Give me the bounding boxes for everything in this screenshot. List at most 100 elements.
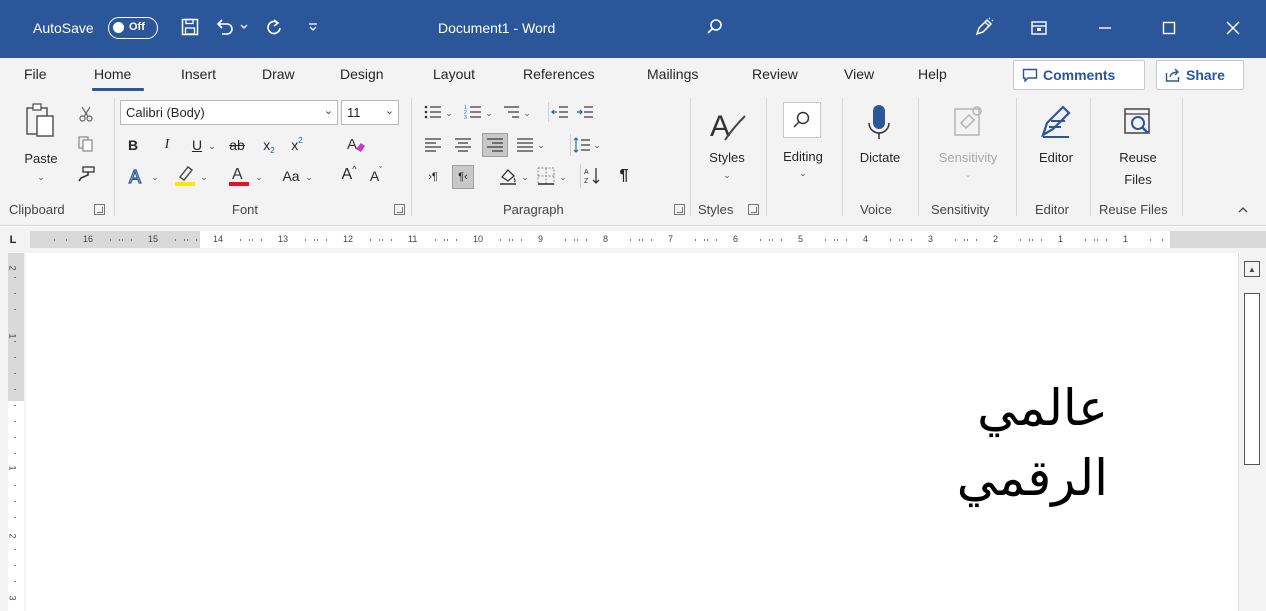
italic-button[interactable]: I <box>158 134 176 156</box>
undo-icon[interactable] <box>212 13 238 41</box>
tab-mailings[interactable]: Mailings <box>647 66 698 82</box>
styles-icon[interactable]: A <box>704 102 750 146</box>
paste-icon[interactable] <box>18 100 64 144</box>
editing-label[interactable]: Editing <box>776 149 830 164</box>
bold-button[interactable]: B <box>124 134 142 156</box>
line-spacing-dropdown-icon[interactable]: ⌄ <box>592 136 602 154</box>
reuse-label-line2[interactable]: Files <box>1106 172 1170 187</box>
save-icon[interactable] <box>176 13 204 41</box>
tab-layout[interactable]: Layout <box>433 66 475 82</box>
editing-dropdown-icon[interactable]: ⌄ <box>796 168 810 179</box>
share-button[interactable]: Share <box>1156 60 1244 90</box>
search-icon[interactable] <box>702 13 728 41</box>
autosave-toggle[interactable]: Off <box>108 17 158 39</box>
sort-icon[interactable]: AZ <box>580 164 604 188</box>
redo-icon[interactable] <box>262 13 286 41</box>
font-name-select[interactable]: Calibri (Body) ⌄ <box>120 100 338 125</box>
ribbon-display-icon[interactable] <box>1016 10 1062 46</box>
shrink-font-button[interactable]: Aˇ <box>366 164 386 188</box>
paragraph-launcher-icon[interactable] <box>674 204 685 215</box>
microphone-icon[interactable] <box>860 100 898 146</box>
minimize-icon[interactable] <box>1082 10 1128 46</box>
document-line[interactable]: عالمي <box>957 373 1108 443</box>
underline-dropdown-icon[interactable]: ⌄ <box>206 137 218 155</box>
justify-dropdown-icon[interactable]: ⌄ <box>536 136 546 154</box>
tab-insert[interactable]: Insert <box>181 66 216 82</box>
styles-dropdown-icon[interactable]: ⌄ <box>720 170 734 181</box>
scroll-up-icon[interactable]: ▲ <box>1244 261 1260 277</box>
close-icon[interactable] <box>1210 10 1256 46</box>
increase-indent-icon[interactable] <box>574 102 596 122</box>
text-effects-dropdown-icon[interactable]: ⌄ <box>150 168 160 186</box>
grow-font-button[interactable]: A ^ <box>338 162 360 188</box>
rtl-direction-icon[interactable]: ¶‹ <box>452 165 474 189</box>
comments-button[interactable]: Comments <box>1013 60 1145 90</box>
customize-qat-icon[interactable] <box>304 13 322 41</box>
vertical-ruler[interactable]: 2 1 1 2 3 <box>0 253 26 611</box>
font-color-icon[interactable]: A <box>226 162 252 188</box>
undo-dropdown-icon[interactable] <box>238 13 250 41</box>
highlight-icon[interactable] <box>172 162 198 188</box>
reuse-files-icon[interactable] <box>1118 102 1158 142</box>
superscript-button[interactable]: x2 <box>286 134 308 156</box>
clear-formatting-icon[interactable]: A <box>343 132 369 156</box>
paste-label[interactable]: Paste <box>20 151 62 166</box>
tab-home[interactable]: Home <box>94 66 131 82</box>
font-launcher-icon[interactable] <box>394 204 405 215</box>
multilevel-list-icon[interactable] <box>500 102 522 122</box>
editing-icon[interactable] <box>783 102 821 138</box>
horizontal-ruler[interactable]: 16 15 14 13 12 11 10 9 8 7 6 5 4 3 2 1 1 <box>30 231 1266 248</box>
align-left-icon[interactable] <box>422 134 444 156</box>
dictate-label[interactable]: Dictate <box>852 150 908 165</box>
line-spacing-icon[interactable] <box>570 134 592 156</box>
clipboard-launcher-icon[interactable] <box>94 204 105 215</box>
copy-icon[interactable] <box>74 134 98 154</box>
format-painter-icon[interactable] <box>74 164 98 184</box>
collapse-ribbon-icon[interactable] <box>1234 202 1252 218</box>
document-page[interactable]: عالمي الرقمي <box>28 253 1236 611</box>
tab-selector-icon[interactable]: L <box>6 233 20 247</box>
borders-dropdown-icon[interactable]: ⌄ <box>558 168 568 186</box>
tab-draw[interactable]: Draw <box>262 66 295 82</box>
vertical-scrollbar[interactable]: ▲ <box>1238 253 1266 611</box>
editor-label[interactable]: Editor <box>1030 150 1082 165</box>
underline-button[interactable]: U <box>188 134 206 156</box>
reuse-label-line1[interactable]: Reuse <box>1106 150 1170 165</box>
tab-design[interactable]: Design <box>340 66 384 82</box>
decrease-indent-icon[interactable] <box>548 102 570 122</box>
change-case-button[interactable]: Aa <box>278 164 304 188</box>
text-effects-icon[interactable]: A <box>124 164 152 188</box>
styles-launcher-icon[interactable] <box>748 204 759 215</box>
tab-review[interactable]: Review <box>752 66 798 82</box>
numbering-dropdown-icon[interactable]: ⌄ <box>484 104 494 122</box>
tab-view[interactable]: View <box>844 66 874 82</box>
strikethrough-button[interactable]: ab <box>224 134 250 156</box>
numbering-icon[interactable]: 123 <box>462 102 484 122</box>
scrollbar-thumb[interactable] <box>1244 293 1260 465</box>
justify-icon[interactable] <box>514 134 536 156</box>
document-line[interactable]: الرقمي <box>957 443 1108 513</box>
coauthor-icon[interactable] <box>970 13 998 41</box>
font-size-select[interactable]: 11 ⌄ <box>341 100 399 125</box>
shading-icon[interactable] <box>496 164 520 188</box>
shading-dropdown-icon[interactable]: ⌄ <box>520 168 530 186</box>
borders-icon[interactable] <box>534 164 558 188</box>
tab-references[interactable]: References <box>523 66 595 82</box>
subscript-button[interactable]: x2 <box>258 134 280 156</box>
cut-icon[interactable] <box>74 104 98 124</box>
bullets-icon[interactable] <box>422 102 444 122</box>
styles-label[interactable]: Styles <box>702 150 752 165</box>
editor-icon[interactable] <box>1036 100 1076 142</box>
multilevel-dropdown-icon[interactable]: ⌄ <box>522 104 532 122</box>
font-color-dropdown-icon[interactable]: ⌄ <box>254 168 264 186</box>
tab-help[interactable]: Help <box>918 66 947 82</box>
align-right-icon[interactable] <box>482 133 508 157</box>
ltr-direction-icon[interactable]: ›¶ <box>422 166 444 188</box>
tab-file[interactable]: File <box>24 66 47 82</box>
maximize-icon[interactable] <box>1146 10 1192 46</box>
paste-dropdown-icon[interactable]: ⌄ <box>33 172 49 183</box>
show-formatting-marks-icon[interactable]: ¶ <box>612 164 636 188</box>
change-case-dropdown-icon[interactable]: ⌄ <box>304 168 314 186</box>
bullets-dropdown-icon[interactable]: ⌄ <box>444 104 454 122</box>
align-center-icon[interactable] <box>452 134 474 156</box>
